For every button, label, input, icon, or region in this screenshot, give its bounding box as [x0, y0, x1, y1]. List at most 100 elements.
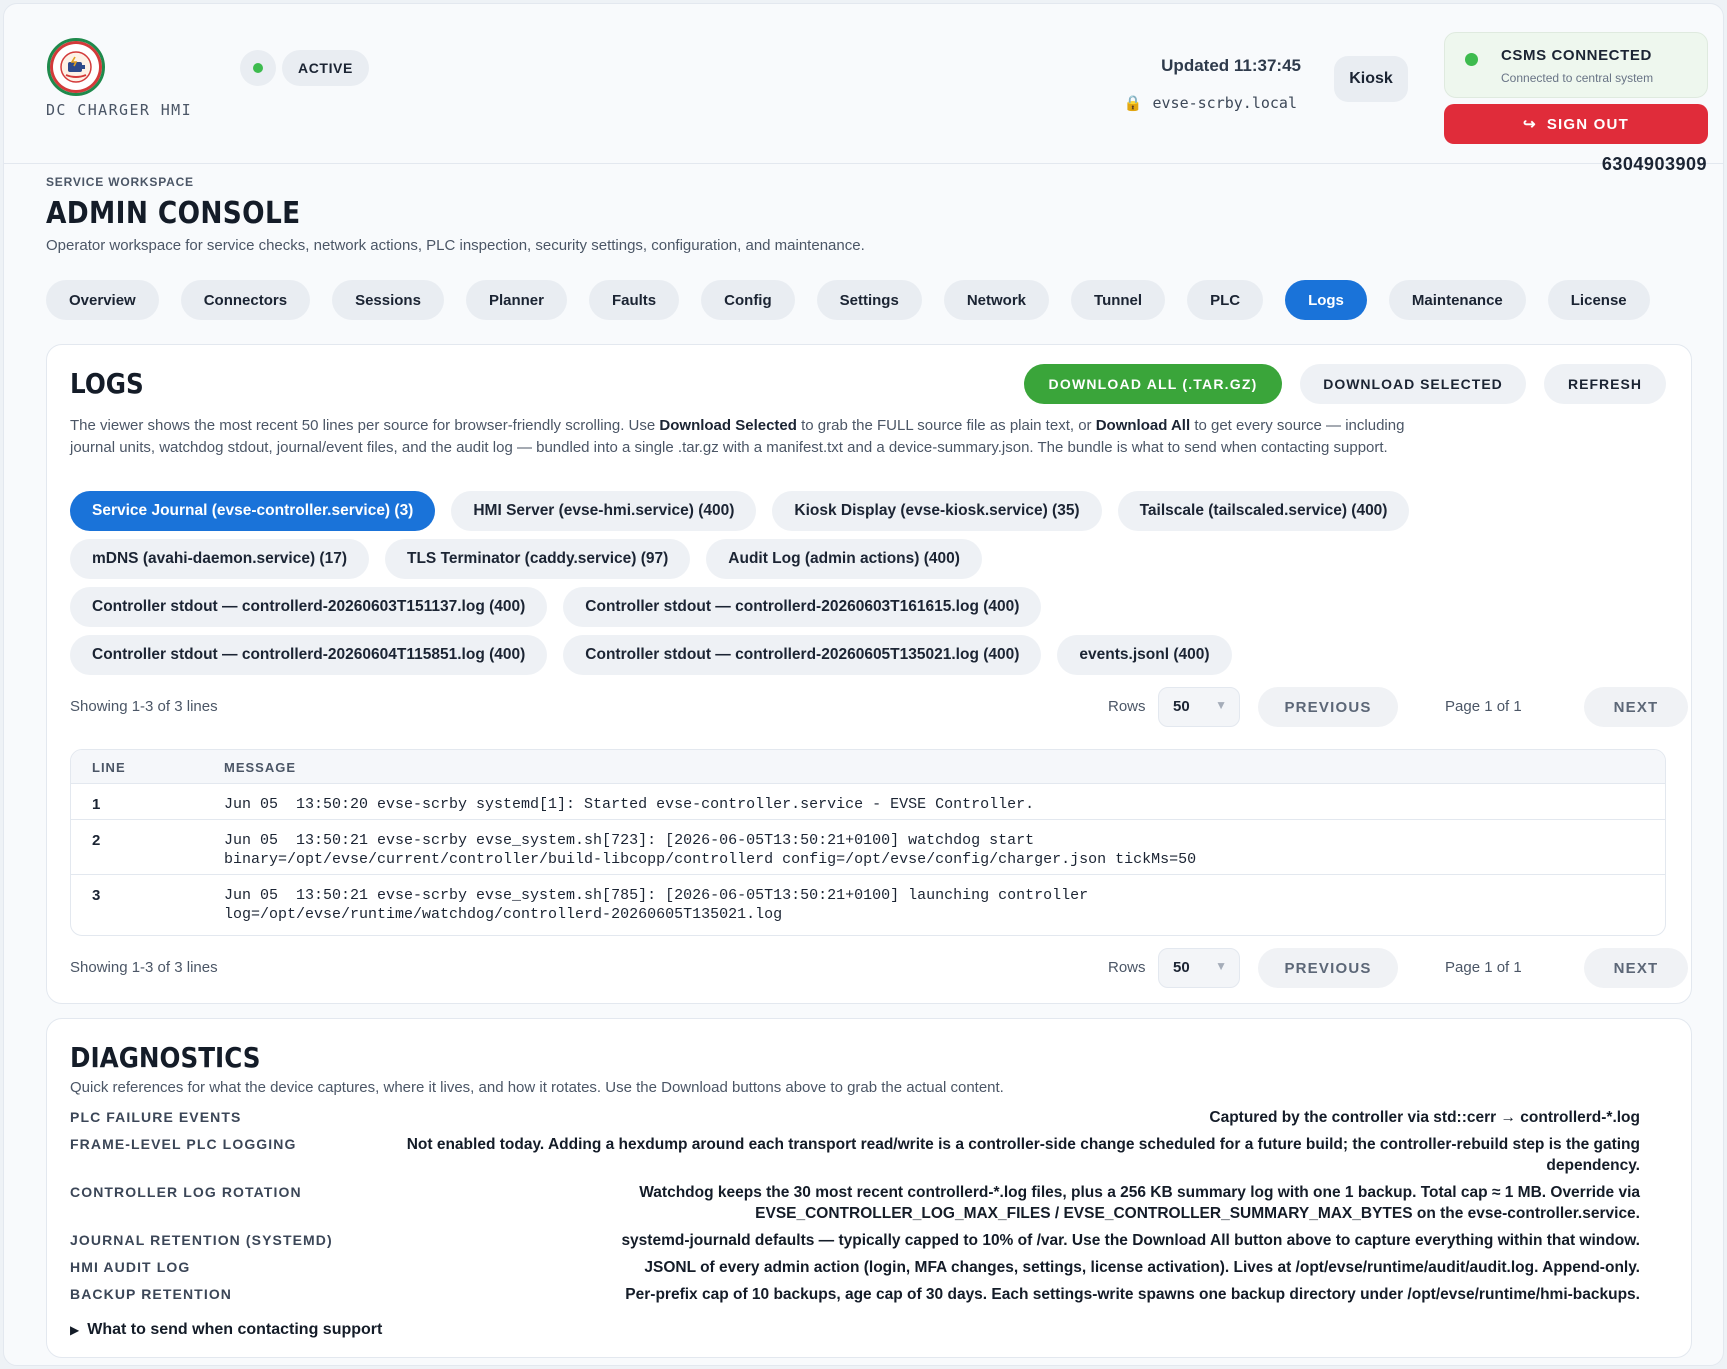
csms-status-dot	[1465, 53, 1478, 66]
rows-value: 50	[1173, 959, 1190, 976]
diagnostic-key: HMI AUDIT LOG	[70, 1259, 191, 1275]
status-badge: ACTIVE	[282, 50, 369, 86]
log-message: Jun 05 13:50:21 evse-scrby evse_system.s…	[224, 887, 1089, 923]
updated-timestamp: Updated 11:37:45	[1161, 56, 1301, 75]
pager-bottom: Showing 1-3 of 3 lines Rows 50 ▼ PREVIOUS…	[70, 948, 1688, 988]
diagnostic-value: Watchdog keeps the 30 most recent contro…	[639, 1184, 1640, 1222]
source-chip-controller-stdout[interactable]: Controller stdout — controllerd-20260603…	[70, 587, 548, 627]
next-page-button[interactable]: NEXT	[1584, 948, 1688, 988]
log-source-selector: Service Journal (evse-controller.service…	[70, 491, 1670, 683]
diagnostic-item: PLC FAILURE EVENTS Captured by the contr…	[70, 1107, 1640, 1128]
rows-label: Rows	[1108, 959, 1146, 976]
diagnostic-value: JSONL of every admin action (login, MFA …	[644, 1259, 1640, 1276]
logs-desc-bold-2: Download All	[1095, 417, 1191, 434]
logs-desc-bold-1: Download Selected	[659, 417, 797, 434]
kiosk-button[interactable]: Kiosk	[1334, 56, 1408, 102]
host-address: 🔒 evse-scrby.local	[1124, 94, 1297, 112]
previous-page-button[interactable]: PREVIOUS	[1258, 948, 1398, 988]
tab-logs[interactable]: Logs	[1285, 280, 1367, 320]
table-row: 2 Jun 05 13:50:21 evse-scrby evse_system…	[71, 820, 1665, 875]
diagnostic-value: systemd-journald defaults — typically ca…	[621, 1232, 1640, 1249]
charger-logo-icon	[60, 51, 92, 83]
tab-license[interactable]: License	[1547, 280, 1650, 320]
logs-panel: LOGS DOWNLOAD ALL (.TAR.GZ) DOWNLOAD SEL…	[46, 344, 1692, 1004]
source-chip-controller-stdout[interactable]: Controller stdout — controllerd-20260603…	[563, 587, 1042, 627]
diagnostic-key: CONTROLLER LOG ROTATION	[70, 1184, 302, 1200]
table-row: 3 Jun 05 13:50:21 evse-scrby evse_system…	[71, 875, 1665, 935]
diagnostic-item: BACKUP RETENTION Per-prefix cap of 10 ba…	[70, 1284, 1640, 1305]
brand-name: DC CHARGER HMI	[46, 101, 193, 119]
table-row: 1 Jun 05 13:50:20 evse-scrby systemd[1]:…	[71, 784, 1665, 820]
line-number: 3	[92, 887, 101, 904]
rows-per-page-select[interactable]: 50 ▼	[1158, 687, 1240, 727]
tab-faults[interactable]: Faults	[588, 280, 680, 320]
source-chip-tailscale[interactable]: Tailscale (tailscaled.service) (400)	[1117, 491, 1410, 531]
chevron-down-icon: ▼	[1215, 698, 1227, 712]
page-subtitle: Operator workspace for service checks, n…	[46, 237, 865, 254]
lock-icon: 🔒	[1123, 94, 1143, 112]
source-row: mDNS (avahi-daemon.service) (17) TLS Ter…	[70, 539, 1670, 579]
tab-settings[interactable]: Settings	[816, 280, 922, 320]
diagnostic-key: JOURNAL RETENTION (SYSTEMD)	[70, 1232, 333, 1248]
tab-bar: Overview Connectors Sessions Planner Fau…	[46, 280, 1650, 320]
source-chip-audit-log[interactable]: Audit Log (admin actions) (400)	[706, 539, 982, 579]
diagnostics-list: PLC FAILURE EVENTS Captured by the contr…	[70, 1107, 1640, 1311]
line-number: 2	[92, 832, 101, 849]
source-chip-kiosk-display[interactable]: Kiosk Display (evse-kiosk.service) (35)	[772, 491, 1102, 531]
device-serial: 6304903909	[1601, 154, 1707, 174]
page-eyebrow: SERVICE WORKSPACE	[46, 175, 194, 189]
refresh-button[interactable]: REFRESH	[1544, 364, 1666, 404]
source-chip-controller-stdout[interactable]: Controller stdout — controllerd-20260605…	[563, 635, 1042, 675]
source-chip-tls-terminator[interactable]: TLS Terminator (caddy.service) (97)	[384, 539, 691, 579]
logs-desc-text-2: to grab the FULL source file as plain te…	[796, 417, 1096, 434]
source-row: Controller stdout — controllerd-20260604…	[70, 635, 1670, 675]
brand-logo	[47, 38, 105, 96]
pager-top: Showing 1-3 of 3 lines Rows 50 ▼ PREVIOUS…	[70, 687, 1688, 727]
logout-icon: ↪	[1523, 116, 1537, 133]
next-page-button[interactable]: NEXT	[1584, 687, 1688, 727]
diagnostic-item: CONTROLLER LOG ROTATION Watchdog keeps t…	[70, 1182, 1640, 1224]
status-indicator	[240, 50, 276, 86]
diagnostic-key: FRAME-LEVEL PLC LOGGING	[70, 1136, 297, 1152]
source-row: Service Journal (evse-controller.service…	[70, 491, 1670, 531]
source-chip-hmi-server[interactable]: HMI Server (evse-hmi.service) (400)	[451, 491, 757, 531]
page-indicator: Page 1 of 1	[1445, 959, 1522, 976]
diagnostics-description: Quick references for what the device cap…	[70, 1079, 1004, 1096]
log-table: LINE MESSAGE 1 Jun 05 13:50:20 evse-scrb…	[70, 749, 1666, 936]
support-disclosure[interactable]: ▶ What to send when contacting support	[70, 1321, 382, 1339]
tab-tunnel[interactable]: Tunnel	[1071, 280, 1166, 320]
diagnostic-item: FRAME-LEVEL PLC LOGGING Not enabled toda…	[70, 1134, 1640, 1176]
app-window: DC CHARGER HMI ACTIVE Updated 11:37:45 🔒…	[3, 3, 1724, 1366]
tab-connectors[interactable]: Connectors	[180, 280, 311, 320]
diagnostic-item: JOURNAL RETENTION (SYSTEMD) systemd-jour…	[70, 1230, 1640, 1251]
column-header-message: MESSAGE	[224, 760, 297, 775]
tab-sessions[interactable]: Sessions	[332, 280, 444, 320]
logs-desc-text-1: The viewer shows the most recent 50 line…	[70, 417, 660, 434]
tab-maintenance[interactable]: Maintenance	[1388, 280, 1526, 320]
tab-config[interactable]: Config	[701, 280, 795, 320]
diagnostic-item: HMI AUDIT LOG JSONL of every admin actio…	[70, 1257, 1640, 1278]
diagnostic-value: Not enabled today. Adding a hexdump arou…	[406, 1136, 1640, 1174]
previous-page-button[interactable]: PREVIOUS	[1258, 687, 1398, 727]
rows-per-page-select[interactable]: 50 ▼	[1158, 948, 1240, 988]
tab-plc[interactable]: PLC	[1187, 280, 1264, 320]
csms-status-card: CSMS CONNECTED Connected to central syst…	[1444, 32, 1708, 98]
source-chip-service-journal[interactable]: Service Journal (evse-controller.service…	[70, 491, 436, 531]
diagnostic-value: Per-prefix cap of 10 backups, age cap of…	[625, 1286, 1640, 1303]
column-header-line: LINE	[92, 760, 126, 775]
tab-planner[interactable]: Planner	[465, 280, 567, 320]
source-chip-controller-stdout[interactable]: Controller stdout — controllerd-20260604…	[70, 635, 548, 675]
download-all-button[interactable]: DOWNLOAD ALL (.TAR.GZ)	[1024, 364, 1282, 404]
source-chip-mdns[interactable]: mDNS (avahi-daemon.service) (17)	[70, 539, 369, 579]
tab-overview[interactable]: Overview	[46, 280, 159, 320]
diagnostics-title: DIAGNOSTICS	[70, 1041, 261, 1074]
download-selected-button[interactable]: DOWNLOAD SELECTED	[1300, 364, 1526, 404]
sign-out-button[interactable]: ↪ SIGN OUT	[1444, 104, 1708, 144]
showing-count: Showing 1-3 of 3 lines	[70, 698, 218, 715]
source-row: Controller stdout — controllerd-20260603…	[70, 587, 1670, 627]
chevron-down-icon: ▼	[1215, 959, 1227, 973]
line-number: 1	[92, 796, 101, 813]
source-chip-events-jsonl[interactable]: events.jsonl (400)	[1057, 635, 1232, 675]
tab-network[interactable]: Network	[943, 280, 1050, 320]
page-title: ADMIN CONSOLE	[46, 196, 301, 231]
